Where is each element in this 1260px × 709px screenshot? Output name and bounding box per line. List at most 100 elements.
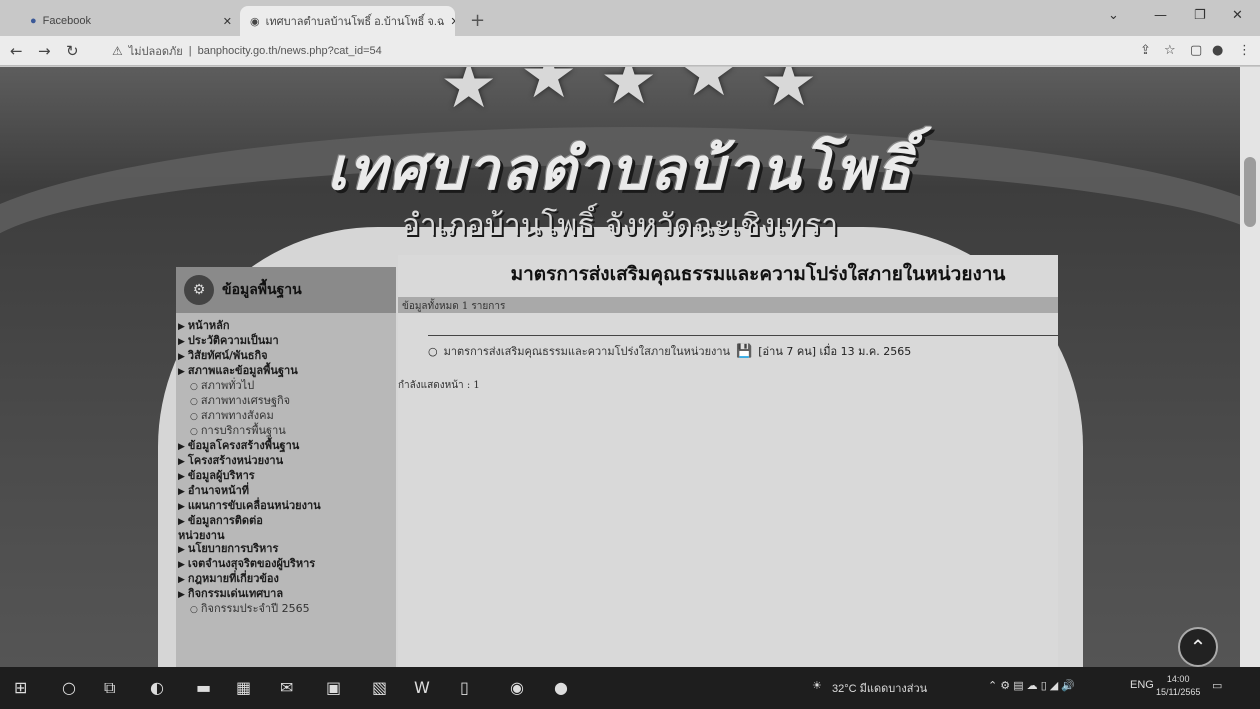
sidebar-item[interactable]: ○ สภาพทางเศรษฐกิจ bbox=[176, 394, 396, 409]
bookmark-star-icon[interactable]: ☆ bbox=[1164, 43, 1176, 58]
star-icon: ★ bbox=[440, 67, 498, 123]
arrow-icon: ▶ bbox=[178, 457, 185, 467]
sidebar-item-label: สภาพทางสังคม bbox=[200, 409, 274, 422]
mail-icon[interactable]: ✉ bbox=[280, 678, 293, 697]
sidebar-icon[interactable]: ▢ bbox=[1190, 43, 1202, 58]
chrome-icon[interactable]: ◉ bbox=[510, 678, 524, 697]
windows-start-icon[interactable]: ⊞ bbox=[14, 678, 27, 697]
scrollbar-thumb[interactable] bbox=[1244, 157, 1256, 227]
sidebar-item[interactable]: ▶ กิจกรรมเด่นเทศบาล bbox=[176, 587, 396, 602]
sidebar-item[interactable]: ▶ กฎหมายที่เกี่ยวข้อง bbox=[176, 572, 396, 587]
sidebar-item[interactable]: ▶ โครงสร้างหน่วยงาน bbox=[176, 454, 396, 469]
sidebar-item-label: วิสัยทัศน์/พันธกิจ bbox=[187, 349, 268, 362]
store-icon[interactable]: ▦ bbox=[236, 678, 251, 697]
sidebar-item[interactable]: ▶ เจตจำนงสุจริตของผู้บริหาร bbox=[176, 557, 396, 572]
tab-title: Facebook bbox=[42, 15, 91, 27]
file-explorer-icon[interactable]: ▬ bbox=[196, 678, 211, 697]
sidebar-item-label: กฎหมายที่เกี่ยวข้อง bbox=[187, 572, 279, 585]
tab-search-icon[interactable]: ⌄ bbox=[1108, 8, 1119, 23]
bullet-icon: ○ bbox=[190, 397, 198, 407]
reload-icon[interactable]: ↻ bbox=[66, 42, 79, 60]
list-item[interactable]: ○ มาตรการส่งเสริมคุณธรรมและความโปร่งใสภา… bbox=[428, 342, 1058, 360]
sidebar-item[interactable]: ▶ นโยบายการบริหาร bbox=[176, 542, 396, 557]
sidebar-item[interactable]: หน่วยงาน bbox=[176, 529, 396, 542]
tab-facebook[interactable]: ● Facebook ✕ bbox=[20, 6, 242, 36]
sidebar-item[interactable]: ▶ ข้อมูลผู้บริหาร bbox=[176, 469, 396, 484]
close-tab-icon[interactable]: ✕ bbox=[223, 15, 232, 28]
sidebar-item[interactable]: ○ สภาพทางสังคม bbox=[176, 409, 396, 424]
url-text: banphocity.go.th/news.php?cat_id=54 bbox=[197, 45, 382, 57]
sidebar-item-label: โครงสร้างหน่วยงาน bbox=[187, 454, 284, 467]
sidebar-menu: ▶ หน้าหลัก ▶ ประวัติความเป็นมา ▶ วิสัยทัศน์/พ… bbox=[176, 313, 396, 617]
tab-title: เทศบาลตำบลบ้านโพธิ์ อ.บ้านโพธิ์ จ.ฉ bbox=[265, 16, 445, 28]
sidebar-item[interactable]: ▶ วิสัยทัศน์/พันธกิจ bbox=[176, 349, 396, 364]
sidebar-item-label: สภาพและข้อมูลพื้นฐาน bbox=[187, 364, 298, 377]
news-link[interactable]: มาตรการส่งเสริมคุณธรรมและความโปร่งใสภายใ… bbox=[444, 342, 730, 360]
main-content: มาตรการส่งเสริมคุณธรรมและความโปร่งใสภายใ… bbox=[398, 255, 1058, 667]
sidebar-item-label: ข้อมูลโครงสร้างพื้นฐาน bbox=[187, 439, 300, 452]
line-icon[interactable]: ● bbox=[554, 678, 568, 697]
page-scrollbar[interactable] bbox=[1240, 67, 1260, 667]
clock-date: 15/11/2565 bbox=[1156, 687, 1201, 697]
app-icon[interactable]: ▣ bbox=[326, 678, 341, 697]
sidebar-item[interactable]: ▶ แผนการขับเคลื่อนหน่วยงาน bbox=[176, 499, 396, 514]
sidebar-item[interactable]: ▶ ข้อมูลโครงสร้างพื้นฐาน bbox=[176, 439, 396, 454]
site-subtitle: อำเภอบ้านโพธิ์ จังหวัดฉะเชิงเทรา bbox=[401, 208, 839, 243]
sidebar-item[interactable]: ▶ หน้าหลัก bbox=[176, 319, 396, 334]
arrow-icon: ▶ bbox=[178, 487, 185, 497]
close-tab-icon[interactable]: ✕ bbox=[450, 15, 455, 28]
tab-active[interactable]: ◉ เทศบาลตำบลบ้านโพธิ์ อ.บ้านโพธิ์ จ.ฉ ✕ bbox=[240, 6, 455, 36]
arrow-icon: ▶ bbox=[178, 367, 185, 377]
sidebar-item-label: กิจกรรมประจำปี 2565 bbox=[200, 602, 310, 615]
scroll-to-top-button[interactable]: ⌃ bbox=[1178, 627, 1218, 667]
clock[interactable]: 14:00 15/11/2565 bbox=[1156, 673, 1200, 699]
share-icon[interactable]: ⇪ bbox=[1140, 43, 1151, 58]
clock-time: 14:00 bbox=[1166, 674, 1190, 684]
sidebar-title: ข้อมูลพื้นฐาน bbox=[222, 282, 302, 298]
close-window-icon[interactable]: ✕ bbox=[1232, 8, 1243, 23]
minimize-icon[interactable]: — bbox=[1154, 8, 1167, 23]
bullet-icon: ○ bbox=[190, 427, 198, 437]
app-icon[interactable]: ▯ bbox=[460, 678, 469, 697]
word-icon[interactable]: W bbox=[414, 678, 430, 697]
back-icon[interactable]: ← bbox=[10, 42, 23, 60]
browser-toolbar: ← → ↻ ⚠ ไม่ปลอดภัย | banphocity.go.th/ne… bbox=[0, 36, 1260, 66]
new-tab-icon[interactable]: + bbox=[470, 10, 485, 31]
forward-icon[interactable]: → bbox=[38, 42, 51, 60]
sidebar-item-label: ประวัติความเป็นมา bbox=[187, 334, 279, 347]
star-icon: ★ bbox=[600, 67, 658, 119]
task-view-icon[interactable]: ⧉ bbox=[104, 678, 115, 698]
weather-icon: ☀ bbox=[812, 680, 822, 692]
input-language[interactable]: ENG bbox=[1130, 679, 1154, 691]
sidebar-item-label: หน้าหลัก bbox=[187, 319, 230, 332]
bullet-icon: ○ bbox=[428, 344, 438, 358]
address-bar[interactable]: ⚠ ไม่ปลอดภัย | banphocity.go.th/news.php… bbox=[112, 40, 1260, 62]
maximize-icon[interactable]: ❐ bbox=[1194, 8, 1206, 23]
sidebar-item[interactable]: ▶ อำนาจหน้าที่ bbox=[176, 484, 396, 499]
arrow-icon: ▶ bbox=[178, 575, 185, 585]
sidebar-item[interactable]: ○ กิจกรรมประจำปี 2565 bbox=[176, 602, 396, 617]
sidebar-item[interactable]: ○ สภาพทั่วไป bbox=[176, 379, 396, 394]
sidebar-item-label: อำนาจหน้าที่ bbox=[187, 484, 250, 497]
edge-icon[interactable]: ◐ bbox=[150, 678, 164, 697]
menu-dots-icon[interactable]: ⋮ bbox=[1238, 43, 1251, 58]
arrow-icon: ▶ bbox=[178, 322, 185, 332]
arrow-icon: ▶ bbox=[178, 560, 185, 570]
profile-avatar-icon[interactable]: ● bbox=[1212, 43, 1223, 58]
sidebar-item-label: กิจกรรมเด่นเทศบาล bbox=[187, 587, 284, 600]
sidebar-item[interactable]: ▶ ข้อมูลการติดต่อ bbox=[176, 514, 396, 529]
weather-text[interactable]: 32°C มีแดดบางส่วน bbox=[832, 679, 927, 697]
notification-icon[interactable]: ▭ bbox=[1212, 679, 1222, 692]
tray-icons[interactable]: ⌃ ⚙ ▤ ☁ ▯ ◢ 🔊 bbox=[988, 679, 1075, 692]
browser-tab-strip: ● Facebook ✕ ◉ เทศบาลตำบลบ้านโพธิ์ อ.บ้า… bbox=[0, 0, 1260, 36]
sidebar-header: ⚙ ข้อมูลพื้นฐาน bbox=[176, 267, 396, 313]
app-icon[interactable]: ▧ bbox=[372, 678, 387, 697]
sidebar-item[interactable]: ○ การบริการพื้นฐาน bbox=[176, 424, 396, 439]
arrow-icon: ▶ bbox=[178, 502, 185, 512]
sidebar-item-label: ข้อมูลผู้บริหาร bbox=[187, 469, 255, 482]
sidebar-item[interactable]: ▶ ประวัติความเป็นมา bbox=[176, 334, 396, 349]
search-icon[interactable]: ○ bbox=[62, 678, 76, 697]
bullet-icon: ○ bbox=[190, 412, 198, 422]
windows-taskbar: ⊞ ○ ⧉ ◐ ▬ ▦ ✉ ▣ ▧ W ▯ ◉ ● ☀ 32°C มีแดดบา… bbox=[0, 667, 1260, 709]
sidebar-item[interactable]: ▶ สภาพและข้อมูลพื้นฐาน bbox=[176, 364, 396, 379]
